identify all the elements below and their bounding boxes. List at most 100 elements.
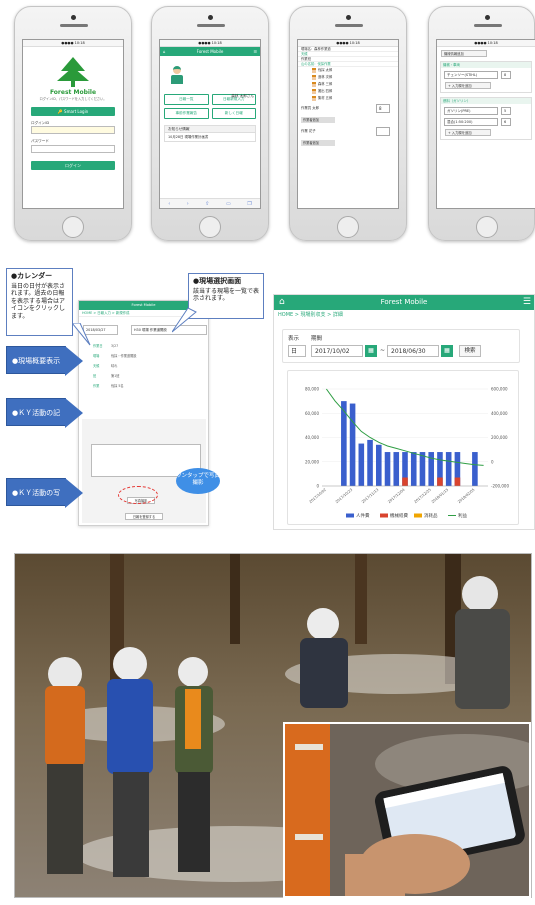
x-tick-label: 2018/02/05 (457, 488, 475, 504)
login-id-input[interactable] (31, 126, 115, 135)
info-row: 班第1班 (93, 374, 120, 378)
highlight-ellipse (118, 486, 158, 504)
tabs-icon[interactable]: ❐ (247, 201, 251, 207)
annotated-report-screen: Forest Mobile HOME > 日報入力 > 新規作成 2018/03… (6, 268, 264, 530)
bookmarks-icon[interactable]: ▭ (226, 201, 231, 207)
worker-item: 造林 次郎 (298, 74, 398, 81)
dashboard-header: ⌂ Forest Mobile ☰ (274, 295, 534, 310)
unit-select[interactable]: 日 (288, 345, 306, 357)
info-row: 天候 晴れ (93, 364, 118, 368)
menu-icon[interactable]: ☰ (253, 47, 257, 56)
smartphone-closeup-photo (283, 722, 531, 898)
calendar-callout: ●カレンダー 当日の日付が表示されます。過去の日報を表示する場合はアイコンをクリ… (6, 268, 73, 336)
period-label: 期間 (311, 336, 323, 342)
entry-row: 作業員 太郎 8 (298, 102, 398, 115)
callout-pointer (172, 308, 197, 333)
x-tick-label: 2017/11/13 (361, 488, 379, 504)
fuel-select[interactable]: ガソリン(PRE) (444, 107, 498, 115)
worker-item: 集材 五郎 (298, 95, 398, 102)
login-button[interactable]: ログイン (31, 160, 115, 170)
bar-labor-cost (358, 443, 365, 486)
legend-label: 消耗品 (424, 512, 438, 519)
phone-login: ●●●● 10:18 Forest Mobile ログインID、パスワードを入力… (14, 6, 132, 241)
bar-labor-cost (349, 403, 356, 486)
search-button[interactable]: 検索 (459, 345, 481, 357)
bar-labor-cost (410, 452, 417, 486)
login-id-label: ログインID (31, 121, 50, 126)
site-overview-tag: ●現場概要表示 (6, 346, 83, 376)
fuel-row: ガソリン(PRE) 5 (444, 107, 528, 115)
bar-machine-cost (402, 477, 408, 486)
y-left-tick-label: 40,000 (305, 435, 319, 440)
fuel-select[interactable]: 混合(1:50:200) (444, 118, 498, 126)
callout-pointer (72, 323, 91, 346)
cost-chart: 0 20,000 40,000 60,000 80,000 -200,000 0 200,00… (305, 387, 509, 520)
bar-labor-cost (393, 452, 400, 486)
speaker-slot (60, 24, 88, 27)
phone-screen: ●●●● 10:18 ⌂ Forest Mobile ☰ 森林 太郎さん 日報一… (159, 39, 261, 209)
menu-icon[interactable]: ☰ (523, 295, 531, 310)
closeup-photo-illustration (285, 724, 529, 896)
date-to-input[interactable]: 2018/06/30 (387, 345, 439, 357)
pre-work-button[interactable]: 事前作業報告 (164, 108, 209, 119)
speaker-slot (474, 24, 502, 27)
smart-login-button[interactable]: 🔑 Smart Login (31, 107, 115, 117)
breadcrumb[interactable]: HOME > 現場別収支 > 詳細 (274, 310, 534, 320)
password-input[interactable] (31, 144, 115, 153)
legend-swatch (380, 513, 388, 518)
back-icon[interactable]: ‹ (168, 201, 170, 207)
notice-panel: お知らせ情報 10月28日 現場作業計画書 (164, 125, 256, 142)
machine-count[interactable]: 8 (501, 71, 511, 79)
x-tick-label: 2017/10/02 (309, 488, 327, 504)
add-row-button[interactable]: + 入力欄を追加 (445, 129, 491, 136)
y-right-tick-label: 600,000 (491, 387, 508, 392)
fuel-amount[interactable]: 5 (501, 107, 511, 115)
site-callout: ●現場選択画面 該当する現場を一覧で表示されます。 (188, 273, 264, 319)
date-from-input[interactable]: 2017/10/02 (311, 345, 363, 357)
x-tick-label: 2017/12/25 (413, 488, 431, 504)
user-name: 森林 太郎さん (231, 94, 254, 98)
fuel-amount[interactable]: 6 (501, 118, 511, 126)
add-worker-button[interactable]: 作業者追加 (301, 117, 335, 123)
bar-labor-cost (419, 452, 426, 486)
y-right-tick-label: 200,000 (491, 435, 508, 440)
home-button (476, 216, 498, 238)
register-button[interactable]: 日報を登録する (125, 513, 163, 520)
bar-labor-cost (445, 452, 452, 486)
add-machine-info-button[interactable]: 機械情報追加 (441, 50, 487, 57)
ky-photo-tag: ●ＫＹ活動の写真記録 (6, 478, 83, 525)
share-icon[interactable]: ⇧ (205, 201, 209, 207)
bar-machine-cost (454, 477, 461, 486)
phone-screen: ●●●● 10:18 機械情報追加 機械・車両 チェンソー(STIHL) 8 +… (436, 39, 535, 209)
new-report-button[interactable]: 新しく日報 (211, 108, 256, 119)
speaker-slot (335, 24, 363, 27)
add-row-button[interactable]: + 入力欄を追加 (445, 82, 491, 89)
machine-select[interactable]: チェンソー(STIHL) (444, 71, 498, 79)
hours-input[interactable] (376, 127, 390, 136)
home-icon[interactable]: ⌂ (163, 47, 166, 56)
calendar-icon[interactable]: ▦ (365, 345, 377, 357)
notice-item[interactable]: 10月28日 現場作業計画書 (165, 133, 255, 141)
calendar-icon[interactable]: ▦ (441, 345, 453, 357)
add-worker-button[interactable]: 作業者追加 (301, 140, 335, 146)
bar-labor-cost (472, 452, 478, 486)
photo-tip-bubble: ワンタップで写真撮影 (176, 468, 220, 494)
speaker-slot (197, 24, 225, 27)
forward-icon[interactable]: › (187, 201, 189, 207)
x-tick-label: 2018/01/15 (431, 488, 449, 504)
machine-row: チェンソー(STIHL) 8 (444, 71, 528, 79)
machine-section-title: 機械・車両 (441, 62, 531, 68)
home-icon[interactable]: ⌂ (279, 295, 285, 310)
avatar (170, 66, 184, 84)
worker-item: 搬出 四郎 (298, 88, 398, 95)
status-bar: ●●●● 10:18 (298, 40, 398, 47)
y-right-tick-label: 400,000 (491, 411, 508, 416)
hours-input[interactable]: 8 (376, 104, 390, 113)
daily-list-button[interactable]: 日報一覧 (164, 94, 209, 105)
password-label: パスワード (31, 139, 49, 144)
legend-swatch (346, 513, 354, 518)
fuel-row: 混合(1:50:200) 6 (444, 118, 528, 126)
status-bar: ●●●● 10:18 (160, 40, 260, 47)
home-button (62, 216, 84, 238)
phone-home: ●●●● 10:18 ⌂ Forest Mobile ☰ 森林 太郎さん 日報一… (151, 6, 269, 241)
